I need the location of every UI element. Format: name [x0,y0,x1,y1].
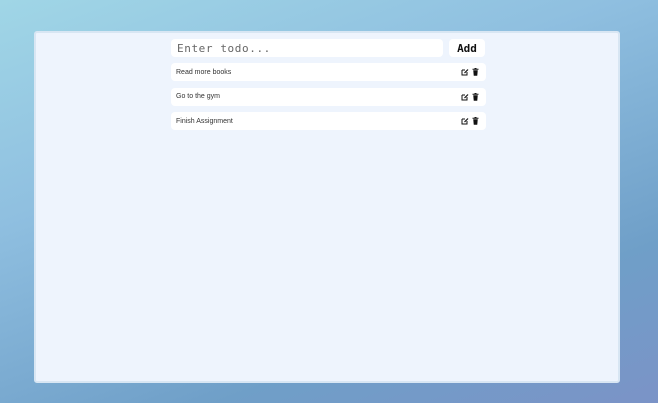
todo-item: Finish Assignment [171,112,486,130]
todo-list: Read more books Go to the gym Finish Ass… [171,63,486,137]
todo-text: Read more books [176,68,232,76]
trash-icon[interactable] [471,68,480,77]
todo-input[interactable] [171,39,443,57]
edit-icon[interactable] [460,68,469,77]
add-button[interactable]: Add [449,39,485,57]
todo-app-panel: Add Read more books Go to the gym [34,31,620,383]
edit-icon[interactable] [460,117,469,126]
todo-text: Go to the gym [176,93,220,100]
todo-text: Finish Assignment [176,117,233,125]
trash-icon[interactable] [471,117,480,126]
edit-icon[interactable] [460,92,469,101]
trash-icon[interactable] [471,92,480,101]
todo-item: Go to the gym [171,87,486,106]
todo-item: Read more books [171,63,486,81]
